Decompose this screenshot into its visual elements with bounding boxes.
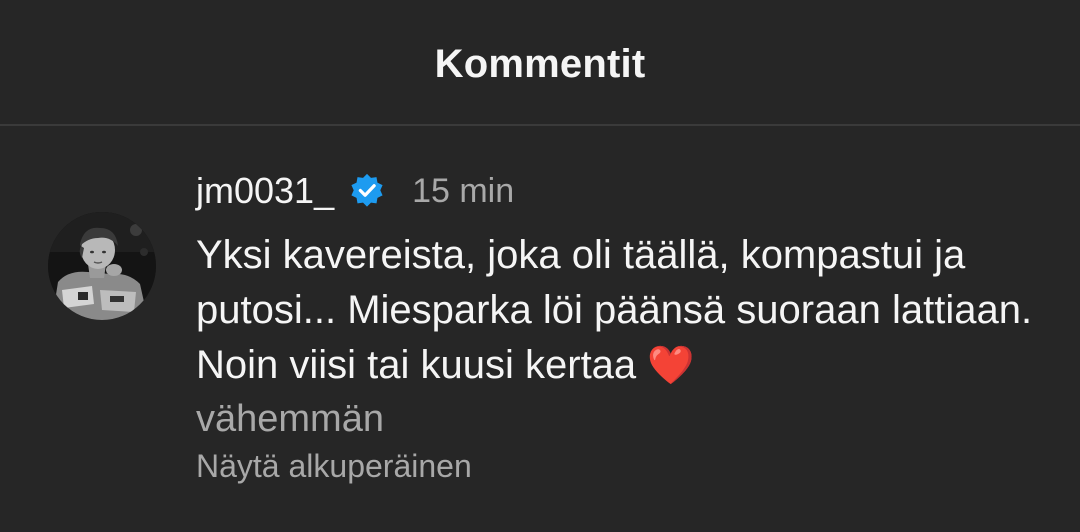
page-title: Kommentit xyxy=(434,42,646,86)
profile-photo xyxy=(48,212,156,320)
comment-timestamp: 15 min xyxy=(412,171,515,210)
avatar[interactable] xyxy=(48,212,156,320)
comment-item: jm0031_ 15 min Yksi kavereista, joka oli… xyxy=(196,168,1056,445)
see-original-button[interactable]: Näytä alkuperäinen xyxy=(196,448,472,485)
comment-text: Yksi kavereista, joka oli täällä, kompas… xyxy=(196,233,1033,387)
comment-body: Yksi kavereista, joka oli täällä, kompas… xyxy=(196,228,1056,445)
comments-header: Kommentit xyxy=(0,0,1080,126)
comments-sheet: Kommentit jm0031_ 15 min Yksi kavereista… xyxy=(0,0,1080,532)
comment-username[interactable]: jm0031_ xyxy=(196,170,334,212)
heart-emoji: ❤️ xyxy=(647,343,695,387)
see-less-link[interactable]: vähemmän xyxy=(196,393,1056,445)
verified-badge-icon xyxy=(348,172,386,210)
comment-meta: jm0031_ 15 min xyxy=(196,168,1056,214)
